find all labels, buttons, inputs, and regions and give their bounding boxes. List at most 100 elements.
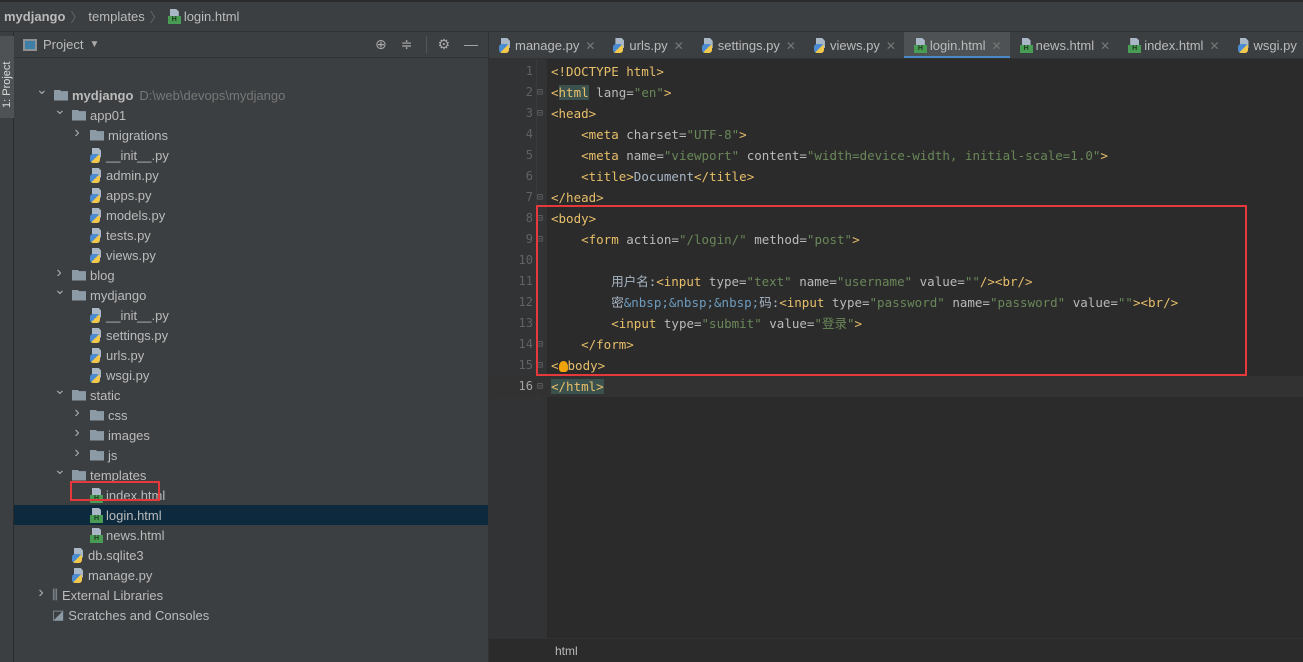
project-tool-window-button[interactable]: 1: Project <box>0 36 14 118</box>
tab-manage-py[interactable]: manage.py ✕ <box>489 32 603 58</box>
code-text: <title>Document</title> <box>551 166 754 187</box>
tree-item[interactable]: db.sqlite3 <box>14 545 488 565</box>
tree-item[interactable]: › blog <box>14 264 488 285</box>
tree-item[interactable]: › css <box>14 404 488 425</box>
tree-item-label: External Libraries <box>61 587 164 603</box>
code-token-tagh: html <box>558 85 589 100</box>
html-file-icon <box>1019 38 1033 53</box>
tab-wsgi-py[interactable]: wsgi.py✕ <box>1228 32 1303 58</box>
tree-item[interactable]: ◪ Scratches and Consoles <box>14 605 488 625</box>
tab-label: settings.py <box>717 38 780 53</box>
breadcrumb-separator: 〉 <box>70 10 84 25</box>
breadcrumb-project[interactable]: mydjango <box>4 9 65 24</box>
close-icon[interactable]: ✕ <box>585 39 595 53</box>
python-file-icon <box>90 228 103 243</box>
tree-item[interactable]: apps.py <box>14 185 488 205</box>
code-text: <html lang="en"> <box>551 82 671 103</box>
chevron-down-icon[interactable]: ⌄ <box>54 281 66 298</box>
chevron-right-icon[interactable]: › <box>72 424 82 442</box>
tree-item[interactable]: __init__.py <box>14 305 488 325</box>
tree-item-label: news.html <box>106 527 165 543</box>
minimize-icon[interactable]: — <box>464 36 478 53</box>
chevron-down-icon[interactable]: ⌄ <box>36 81 48 98</box>
tree-item[interactable]: ⌄ mydjango D:\web\devops\mydjango <box>14 81 488 105</box>
navigation-bar: mydjango 〉 templates 〉 login.html <box>0 0 1303 32</box>
chevron-right-icon[interactable]: › <box>54 264 64 282</box>
code-token-attr: content= <box>739 148 807 163</box>
code-token-tag: <meta <box>581 127 619 142</box>
tree-item[interactable]: models.py <box>14 205 488 225</box>
breadcrumb-file[interactable]: login.html <box>184 9 240 24</box>
breadcrumb-folder[interactable]: templates <box>88 9 144 24</box>
code-line: 16 ⊟ </html> <box>489 376 1303 397</box>
html-file-icon <box>167 9 181 24</box>
chevron-right-icon[interactable]: › <box>72 124 82 142</box>
tree-item-label: blog <box>90 267 115 283</box>
code-token-str: "UTF-8" <box>686 127 740 142</box>
tab-views-py[interactable]: views.py ✕ <box>804 32 904 58</box>
tree-item[interactable]: › ⫼ External Libraries <box>14 584 488 605</box>
tree-item[interactable]: login.html <box>14 505 488 525</box>
tree-item[interactable]: admin.py <box>14 165 488 185</box>
tab-label: wsgi.py <box>1253 38 1297 53</box>
chevron-right-icon[interactable]: › <box>72 404 82 422</box>
code-token-attr: lang= <box>588 85 634 100</box>
tab-login-html[interactable]: login.html ✕ <box>903 32 1010 58</box>
tree-item-label: models.py <box>106 207 166 223</box>
tree-item[interactable]: › migrations <box>14 124 488 145</box>
tree-item-label: js <box>108 447 118 463</box>
python-file-icon <box>90 368 103 383</box>
chevron-right-icon[interactable]: › <box>36 584 46 602</box>
tab-urls-py[interactable]: urls.py ✕ <box>603 32 691 58</box>
fold-marker-icon[interactable]: ⊟ <box>537 82 543 103</box>
line-number: 16 <box>518 379 533 393</box>
tab-label: login.html <box>929 38 986 53</box>
tree-item-label: mydjango <box>90 287 147 303</box>
gear-icon[interactable]: ⚙ <box>426 36 450 53</box>
tree-item[interactable]: wsgi.py <box>14 365 488 385</box>
tree-item[interactable]: urls.py <box>14 345 488 365</box>
chevron-right-icon[interactable]: › <box>72 444 82 462</box>
tree-item[interactable]: views.py <box>14 245 488 265</box>
python-file-icon <box>90 168 103 183</box>
close-icon[interactable]: ✕ <box>886 39 896 53</box>
tab-index-html[interactable]: index.html ✕ <box>1118 32 1227 58</box>
editor-tabs: manage.py✕urls.py✕settings.py✕views.py✕l… <box>489 32 1303 59</box>
tree-item[interactable]: ⌄ static <box>14 381 488 405</box>
close-icon[interactable]: ✕ <box>992 39 1002 53</box>
code-text: <meta charset="UTF-8"> <box>551 124 747 145</box>
tag-breadcrumb[interactable]: html <box>555 644 578 658</box>
project-view-selector[interactable]: Project <box>43 37 83 52</box>
tree-item[interactable]: news.html <box>14 525 488 545</box>
tree-item[interactable]: settings.py <box>14 325 488 345</box>
tree-item[interactable]: › images <box>14 424 488 445</box>
tree-item[interactable]: › js <box>14 444 488 465</box>
tree-item[interactable]: tests.py <box>14 225 488 245</box>
folder-icon <box>72 389 86 401</box>
chevron-down-icon[interactable]: ⌄ <box>54 101 66 118</box>
python-file-icon <box>813 38 827 53</box>
chevron-down-icon[interactable]: ⌄ <box>54 381 66 398</box>
crosshair-icon[interactable]: ⊕ <box>375 36 387 53</box>
project-view-icon <box>23 38 37 51</box>
tab-settings-py[interactable]: settings.py ✕ <box>692 32 804 58</box>
close-icon[interactable]: ✕ <box>674 39 684 53</box>
fold-marker-icon[interactable]: ⊟ <box>537 103 543 124</box>
editor-breadcrumb: html <box>489 638 1303 662</box>
chevron-down-icon[interactable]: ⌄ <box>54 461 66 478</box>
tree-item[interactable]: __init__.py <box>14 145 488 165</box>
tree-item[interactable]: ⌄ app01 <box>14 101 488 125</box>
close-icon[interactable]: ✕ <box>786 39 796 53</box>
close-icon[interactable]: ✕ <box>1100 39 1110 53</box>
fold-marker-icon[interactable]: ⊟ <box>537 376 543 397</box>
folder-icon <box>72 289 86 301</box>
highlight-box-file <box>70 481 160 501</box>
line-number: 14 <box>518 337 533 351</box>
dropdown-arrow-icon[interactable]: ▼ <box>89 39 99 50</box>
tree-item[interactable]: manage.py <box>14 565 488 585</box>
tree-item-label: login.html <box>106 507 162 523</box>
tab-news-html[interactable]: news.html ✕ <box>1010 32 1119 58</box>
tree-item[interactable]: ⌄ mydjango <box>14 281 488 305</box>
close-icon[interactable]: ✕ <box>1209 39 1219 53</box>
collapse-icon[interactable]: ≑ <box>401 36 413 53</box>
